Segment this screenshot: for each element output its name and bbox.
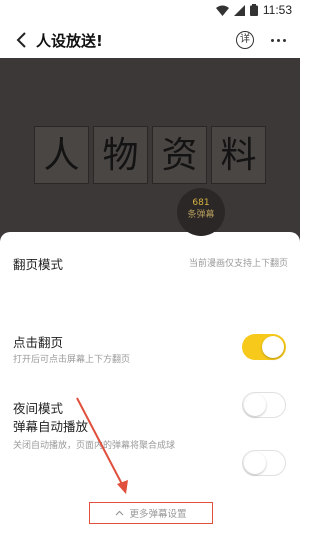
wifi-icon	[215, 5, 229, 16]
night-mode-label: 夜间模式	[13, 401, 64, 416]
status-icons: 11:53	[215, 3, 292, 17]
top-app-bar: 人设放送! 详	[0, 22, 300, 58]
tap-page-toggle[interactable]	[242, 334, 286, 360]
tap-page-label: 点击翻页	[13, 335, 64, 350]
chevron-left-icon	[16, 32, 26, 48]
manga-char: 物	[93, 126, 148, 184]
status-bar: 11:53	[0, 0, 300, 22]
manga-panel-title: 人 物 资 料	[34, 126, 266, 184]
danmaku-unit: 条弹幕	[187, 210, 215, 220]
detail-button[interactable]: 详	[236, 31, 254, 49]
dot-icon	[282, 38, 286, 42]
status-time: 11:53	[262, 3, 292, 17]
manga-char: 人	[34, 126, 89, 184]
more-danmaku-settings-button[interactable]: 更多弹幕设置	[89, 502, 213, 524]
settings-sheet: 翻页模式 当前漫画仅支持上下翻页 点击翻页 打开后可点击屏幕上下方翻页 夜间模式…	[0, 232, 300, 533]
battery-icon	[249, 4, 258, 16]
dot-icon	[270, 38, 274, 42]
manga-char: 料	[211, 126, 266, 184]
toggle-knob	[262, 336, 284, 358]
page-title: 人设放送!	[36, 32, 103, 50]
toggle-knob	[244, 452, 266, 474]
back-button[interactable]	[10, 29, 32, 51]
chevron-up-icon	[116, 510, 124, 516]
dot-icon	[276, 38, 280, 42]
night-mode-toggle[interactable]	[242, 392, 286, 418]
page-mode-label: 翻页模式	[13, 257, 64, 272]
toggle-knob	[244, 394, 266, 416]
signal-icon	[233, 4, 245, 16]
autoplay-toggle[interactable]	[242, 450, 286, 476]
more-options-button[interactable]	[268, 31, 288, 49]
danmaku-count-badge[interactable]: 681 条弹幕	[177, 188, 225, 236]
tap-page-sub: 打开后可点击屏幕上下方翻页	[13, 355, 131, 365]
page-mode-hint: 当前漫画仅支持上下翻页	[188, 259, 288, 269]
danmaku-count: 681	[192, 198, 210, 208]
manga-char: 资	[152, 126, 207, 184]
autoplay-label: 弹幕自动播放	[13, 419, 89, 434]
more-danmaku-settings-label: 更多弹幕设置	[129, 509, 187, 520]
autoplay-sub: 关闭自动播放，页面内的弹幕将聚合成球	[13, 441, 176, 451]
